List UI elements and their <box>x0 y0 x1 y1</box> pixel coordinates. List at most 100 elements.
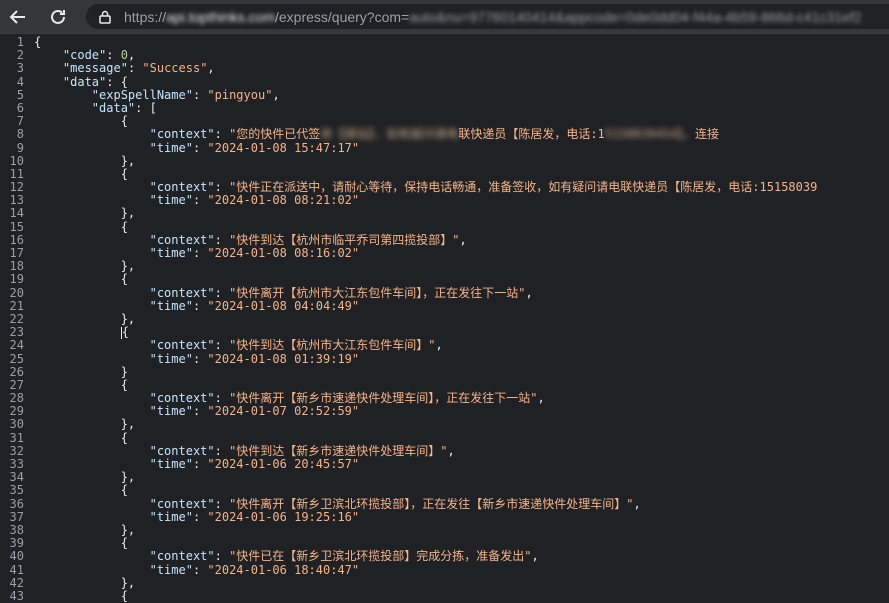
code-text[interactable]: { <box>34 273 128 286</box>
code-line: 38 }, <box>0 522 889 537</box>
json-punct: { <box>120 166 128 181</box>
json-punct: , <box>447 443 455 458</box>
json-punct: , <box>633 496 641 511</box>
json-punct: , <box>127 48 136 63</box>
json-key: "context" <box>149 391 215 406</box>
json-string: "快件离开【新乡卫滨北环揽投部】，正在发往【新乡市速递快件处理车间】" <box>229 496 634 511</box>
json-punct: : <box>192 351 208 366</box>
code-text[interactable]: } <box>34 365 128 379</box>
json-punct: : <box>192 140 208 155</box>
json-punct: }, <box>120 575 136 590</box>
line-number: 24 <box>9 338 24 353</box>
code-line: 42 }, <box>0 575 889 590</box>
json-string: "2024-01-08 15:47:17" <box>207 140 360 155</box>
json-punct: : <box>214 127 230 142</box>
json-punct: : <box>192 509 208 524</box>
reload-button[interactable] <box>42 1 74 33</box>
json-punct: , <box>459 232 467 247</box>
json-punct: , <box>435 338 443 353</box>
json-punct: }, <box>120 206 136 221</box>
json-string: "2024-01-06 19:25:16" <box>207 509 360 524</box>
line-number: 9 <box>16 140 24 155</box>
json-string: "快件到达【新乡市速递快件处理车间】" <box>229 443 448 458</box>
code-text[interactable]: "context": "您的快件已代签收【驿站】，如有疑问请电联快递员【陈居发，… <box>34 128 719 141</box>
arrow-left-icon <box>9 9 25 24</box>
json-punct: { <box>120 272 128 287</box>
json-punct: }, <box>120 522 136 537</box>
line-number: 43 <box>9 588 24 603</box>
json-key: "context" <box>149 180 215 195</box>
code-line: 22 }, <box>0 312 889 326</box>
line-number: 41 <box>9 562 24 577</box>
json-punct: { <box>120 219 128 234</box>
code-line: 25 "time": "2024-01-08 01:39:19" <box>0 351 889 366</box>
json-key: "data" <box>91 100 136 115</box>
code-line: 6 "data": [ <box>0 100 889 115</box>
code-text[interactable]: "time": "2024-01-08 15:47:17" <box>34 140 360 155</box>
line-number: 21 <box>9 298 24 313</box>
url-text[interactable]: https://api.topthinks.com/express/query?… <box>124 9 862 25</box>
json-string-part: 连接 <box>695 127 720 142</box>
json-key: "message" <box>62 61 128 76</box>
json-string: "pingyou" <box>207 87 273 102</box>
code-line: 24 "context": "快件到达【杭州市大江东包件车间】", <box>0 339 889 352</box>
json-punct: : <box>192 404 208 419</box>
line-number: 5 <box>16 87 24 102</box>
json-string: "2024-01-08 01:39:19" <box>207 351 360 366</box>
line-number: 4 <box>16 74 24 89</box>
json-string: "快件到达【杭州市临平乔司第四揽投部】" <box>229 232 460 247</box>
json-punct: }, <box>120 259 136 274</box>
site-info-icon[interactable] <box>98 10 112 24</box>
line-number: 15 <box>9 219 24 234</box>
json-punct: , <box>207 61 215 76</box>
address-bar[interactable]: https://api.topthinks.com/express/query?… <box>86 4 889 29</box>
line-number: 8 <box>16 127 24 142</box>
code-text[interactable]: "time": "2024-01-08 01:39:19" <box>34 351 360 366</box>
json-key: "context" <box>149 443 215 458</box>
code-line: 3 "message": "Success", <box>0 62 889 75</box>
code-text[interactable]: { <box>34 430 128 445</box>
json-string-part: "您的快件已代签 <box>229 127 321 142</box>
line-number: 37 <box>9 509 24 524</box>
json-punct: : [ <box>135 100 157 115</box>
code-text[interactable]: "time": "2024-01-06 18:40:47" <box>34 562 360 577</box>
json-punct: : <box>192 457 208 471</box>
json-key: "time" <box>149 298 193 313</box>
json-punct: , <box>537 391 545 406</box>
json-punct: }, <box>120 417 136 432</box>
json-punct: : <box>214 496 230 511</box>
json-key: "time" <box>149 457 193 471</box>
line-number: 3 <box>16 61 24 76</box>
json-punct: , <box>531 549 539 564</box>
json-punct: { <box>34 35 42 49</box>
json-string-part: 联快递员【陈居发，电话:1 <box>458 127 605 142</box>
json-punct: : <box>214 180 230 195</box>
json-key: "context" <box>149 232 215 247</box>
code-text[interactable]: { <box>34 484 128 497</box>
code-line: 10 }, <box>0 153 889 168</box>
code-text[interactable]: { <box>34 219 128 234</box>
back-button[interactable] <box>2 1 34 33</box>
json-string: "快件离开【杭州市大江东包件车间】，正在发往下一站" <box>229 285 526 300</box>
line-number: 10 <box>9 153 24 168</box>
json-punct: : <box>214 443 230 458</box>
code-line: 43 { <box>0 588 889 603</box>
code-text[interactable]: "time": "2024-01-08 04:04:49" <box>34 298 360 313</box>
json-punct: : <box>214 549 230 564</box>
json-key: "time" <box>149 562 193 577</box>
json-punct: { <box>120 430 128 445</box>
code-text[interactable]: { <box>34 589 128 603</box>
json-punct: : <box>192 246 208 260</box>
json-string-part: 5158039454】。 <box>604 127 696 142</box>
json-key: "time" <box>149 140 193 155</box>
json-number: 0 <box>120 48 128 63</box>
code-line: 30 }, <box>0 418 889 431</box>
code-text[interactable]: "time": "2024-01-06 19:25:16" <box>34 509 360 524</box>
json-punct: : <box>214 232 230 247</box>
json-string: "2024-01-07 02:52:59" <box>207 404 360 419</box>
code-line: 18 }, <box>0 259 889 274</box>
json-key: "expSpellName" <box>91 87 193 102</box>
code-line: 40 "context": "快件已在【新乡卫滨北环揽投部】完成分拣，准备发出"… <box>0 550 889 563</box>
code-line: 34 }, <box>0 470 889 484</box>
line-number: 30 <box>9 417 24 432</box>
